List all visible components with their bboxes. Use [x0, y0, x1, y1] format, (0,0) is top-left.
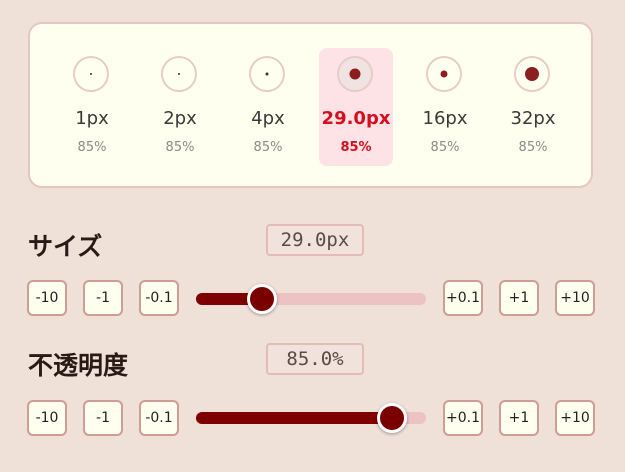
- size-slider-thumb[interactable]: [246, 284, 277, 314]
- size-plus-10-button[interactable]: +10: [555, 280, 595, 316]
- preset-1px[interactable]: 1px 85%: [55, 48, 129, 166]
- preset-opacity-label: 85%: [340, 140, 372, 155]
- size-label: サイズ: [28, 232, 103, 261]
- preset-preview: [514, 56, 550, 92]
- preset-preview: [161, 56, 197, 92]
- preset-opacity-label: 85%: [77, 140, 107, 155]
- opacity-plus-1-button[interactable]: +1: [499, 400, 539, 436]
- preset-opacity-label: 85%: [430, 140, 460, 155]
- preset-size-label: 16px: [422, 108, 468, 129]
- opacity-slider-thumb[interactable]: [376, 403, 407, 433]
- size-minus-1-button[interactable]: -1: [83, 280, 123, 316]
- opacity-plus-10-button[interactable]: +10: [555, 400, 595, 436]
- preset-preview: [249, 56, 285, 92]
- opacity-minus-0-1-button[interactable]: -0.1: [139, 400, 179, 436]
- preset-4px[interactable]: 4px 85%: [231, 48, 305, 166]
- preset-size-label: 29.0px: [321, 108, 391, 129]
- preset-size-label: 2px: [163, 108, 197, 129]
- size-minus-0-1-button[interactable]: -0.1: [139, 280, 179, 316]
- size-plus-1-button[interactable]: +1: [499, 280, 539, 316]
- opacity-plus-0-1-button[interactable]: +0.1: [443, 400, 483, 436]
- preset-opacity-label: 85%: [165, 140, 195, 155]
- opacity-minus-1-button[interactable]: -1: [83, 400, 123, 436]
- size-minus-10-button[interactable]: -10: [27, 280, 67, 316]
- preset-current[interactable]: 29.0px 85%: [319, 48, 393, 166]
- opacity-slider[interactable]: [196, 403, 426, 433]
- preset-opacity-label: 85%: [253, 140, 283, 155]
- opacity-value-display: 85.0%: [266, 343, 364, 375]
- preset-size-label: 1px: [75, 108, 109, 129]
- opacity-minus-10-button[interactable]: -10: [27, 400, 67, 436]
- preset-preview: [426, 56, 462, 92]
- preset-preview: [73, 56, 109, 92]
- preset-preview: [337, 56, 373, 92]
- opacity-label: 不透明度: [28, 351, 129, 380]
- size-plus-0-1-button[interactable]: +0.1: [443, 280, 483, 316]
- opacity-slider-fill: [196, 412, 392, 424]
- size-slider[interactable]: [196, 284, 426, 314]
- preset-opacity-label: 85%: [518, 140, 548, 155]
- size-value-display: 29.0px: [266, 224, 364, 256]
- preset-16px[interactable]: 16px 85%: [408, 48, 482, 166]
- preset-2px[interactable]: 2px 85%: [143, 48, 217, 166]
- preset-32px[interactable]: 32px 85%: [496, 48, 570, 166]
- brush-presets-panel: 1px 85% 2px 85% 4px 85% 29.0px 85% 16px …: [28, 22, 593, 188]
- preset-size-label: 32px: [510, 108, 556, 129]
- preset-size-label: 4px: [251, 108, 285, 129]
